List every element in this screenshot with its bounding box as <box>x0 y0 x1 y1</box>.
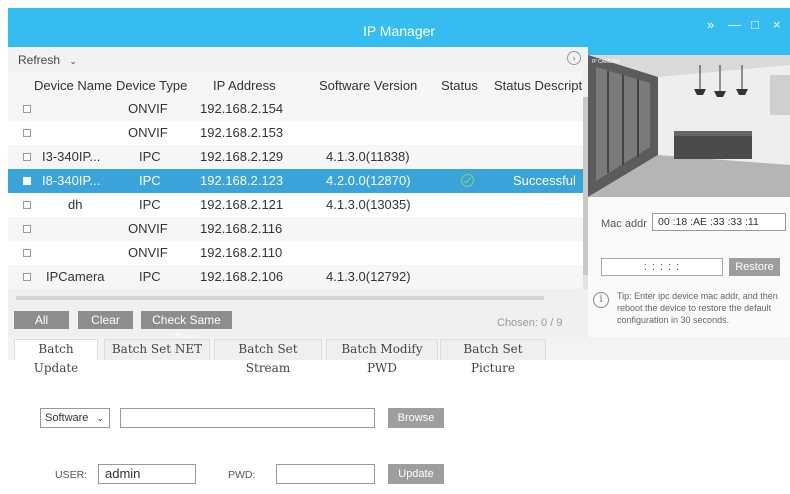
device-name: dh <box>68 197 83 212</box>
row-checkbox[interactable] <box>23 129 31 137</box>
status-description: Successful <box>513 173 576 188</box>
column-ip-address[interactable]: IP Address <box>213 78 303 93</box>
info-icon: i <box>593 292 609 308</box>
svg-text:IP CAMERA: IP CAMERA <box>592 59 620 65</box>
device-type: IPC <box>139 269 161 284</box>
table-row-selected[interactable]: I8-340IP... IPC 192.168.2.123 4.2.0.0(12… <box>8 169 583 193</box>
column-status[interactable]: Status <box>441 78 485 93</box>
device-type: ONVIF <box>128 245 168 260</box>
table-row[interactable]: ONVIF 192.168.2.116 <box>8 217 583 241</box>
office-preview-image: IP CAMERA <box>588 55 790 197</box>
device-type: ONVIF <box>128 221 168 236</box>
device-type: ONVIF <box>128 125 168 140</box>
software-version: 4.1.3.0(11838) <box>326 149 410 164</box>
device-list-panel: Refresh ⌄ › Device Name Device Type IP A… <box>8 47 588 345</box>
table-row[interactable]: ONVIF 192.168.2.110 <box>8 241 583 265</box>
device-toolbar: Refresh ⌄ › <box>8 47 588 73</box>
device-type: IPC <box>139 149 161 164</box>
row-checkbox[interactable] <box>23 105 31 113</box>
chevron-down-icon: ⌄ <box>69 56 77 66</box>
ip-address: 192.168.2.116 <box>200 221 283 236</box>
ip-address: 192.168.2.123 <box>200 173 284 188</box>
mac-addr-label: Mac addr <box>601 218 647 230</box>
batch-tabs: Batch Update Batch Set NET Batch Set Str… <box>8 337 790 375</box>
table-row[interactable]: IPCamera IPC 192.168.2.106 4.1.3.0(12792… <box>8 265 583 289</box>
row-checkbox[interactable] <box>23 177 31 185</box>
maximize-icon[interactable]: □ <box>751 17 759 32</box>
tab-batch-set-stream[interactable]: Batch Set Stream <box>214 339 322 375</box>
update-type-value: Software <box>45 412 89 424</box>
column-status-description[interactable]: Status Description <box>494 78 583 93</box>
circle-arrow-right-icon[interactable]: › <box>567 51 581 65</box>
column-device-name[interactable]: Device Name <box>34 78 116 93</box>
restore-button[interactable]: Restore <box>729 258 780 276</box>
device-type: IPC <box>139 197 161 212</box>
ip-address: 192.168.2.121 <box>200 197 284 212</box>
clear-button[interactable]: Clear <box>78 311 133 329</box>
ip-address: 192.168.2.154 <box>200 101 284 116</box>
collapse-icon[interactable]: » <box>707 17 714 32</box>
tab-batch-set-picture[interactable]: Batch Set Picture <box>440 339 546 375</box>
select-all-button[interactable]: All <box>14 311 69 329</box>
column-software-version[interactable]: Software Version <box>319 78 431 93</box>
ip-address: 192.168.2.153 <box>200 125 284 140</box>
row-checkbox[interactable] <box>23 249 31 257</box>
refresh-button[interactable]: Refresh ⌄ <box>18 53 77 67</box>
pwd-label: PWD: <box>228 469 256 481</box>
row-checkbox[interactable] <box>23 201 31 209</box>
device-type: ONVIF <box>128 101 168 116</box>
mac-addr-input[interactable]: : : : : : <box>601 258 723 276</box>
ip-address: 192.168.2.110 <box>200 245 283 260</box>
camera-preview: IP CAMERA <box>588 55 790 197</box>
software-version: 4.1.3.0(12792) <box>326 269 411 284</box>
row-checkbox[interactable] <box>23 273 31 281</box>
check-same-type-button[interactable]: Check Same Type <box>141 311 232 345</box>
update-type-select[interactable]: Software ⌄ <box>40 408 110 428</box>
row-checkbox[interactable] <box>23 153 31 161</box>
ip-address: 192.168.2.129 <box>200 149 284 164</box>
table-row[interactable]: ONVIF 192.168.2.154 <box>8 97 583 121</box>
chosen-count: Chosen: 0 / 9 <box>497 317 563 329</box>
browse-button[interactable]: Browse <box>388 408 444 428</box>
chevron-down-icon: ⌄ <box>96 413 104 423</box>
software-version: 4.2.0.0(12870) <box>326 173 411 188</box>
software-version: 4.1.3.0(13035) <box>326 197 411 212</box>
row-checkbox[interactable] <box>23 225 31 233</box>
table-header: Device Name Device Type IP Address Softw… <box>8 73 583 97</box>
close-icon[interactable]: × <box>773 17 781 32</box>
user-label: USER: <box>55 469 88 481</box>
device-name: IPCamera <box>46 269 105 284</box>
tab-batch-update[interactable]: Batch Update <box>14 339 98 375</box>
user-input[interactable]: admin <box>98 464 196 484</box>
file-path-input[interactable] <box>120 408 375 428</box>
pwd-input[interactable] <box>276 464 375 484</box>
mac-addr-display: 00 :18 :AE :33 :33 :11 <box>652 213 786 231</box>
window-title: IP Manager <box>362 23 436 39</box>
table-row[interactable]: I3-340IP... IPC 192.168.2.129 4.1.3.0(11… <box>8 145 583 169</box>
update-button[interactable]: Update <box>388 464 444 484</box>
device-type: IPC <box>139 173 161 188</box>
tab-batch-modify-pwd[interactable]: Batch Modify PWD <box>326 339 438 375</box>
table-row[interactable]: dh IPC 192.168.2.121 4.1.3.0(13035) <box>8 193 583 217</box>
device-name: I3-340IP... <box>42 149 101 164</box>
table-row[interactable]: ONVIF 192.168.2.153 <box>8 121 583 145</box>
horizontal-scrollbar[interactable] <box>16 296 544 300</box>
check-circle-icon <box>461 174 474 187</box>
refresh-label: Refresh <box>18 53 61 67</box>
minimize-icon[interactable]: — <box>728 17 741 32</box>
restore-tip: Tip: Enter ipc device mac addr, and then… <box>617 291 778 325</box>
device-name: I8-340IP... <box>42 173 101 188</box>
column-device-type[interactable]: Device Type <box>116 78 194 93</box>
ip-address: 192.168.2.106 <box>200 269 284 284</box>
tab-batch-set-net[interactable]: Batch Set NET <box>104 339 210 360</box>
